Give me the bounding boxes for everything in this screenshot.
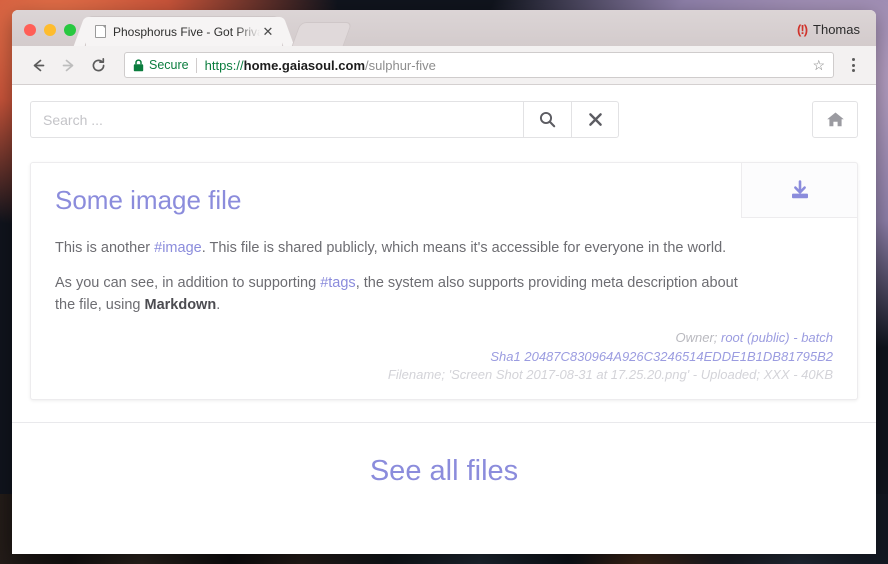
address-bar[interactable]: Secure https://home.gaiasoul.com/sulphur… bbox=[124, 52, 834, 78]
browser-window: Phosphorus Five - Got Privacy? ✕ (!) Tho… bbox=[12, 10, 876, 554]
paragraph-1-text-1: This is another bbox=[55, 240, 155, 257]
paragraph-1-text-2: . This file is shared publicly, which me… bbox=[201, 240, 727, 257]
desktop-background: Phosphorus Five - Got Privacy? ✕ (!) Tho… bbox=[0, 0, 888, 564]
see-all-files-link[interactable]: See all files bbox=[370, 455, 518, 488]
url-text: https://home.gaiasoul.com/sulphur-five bbox=[205, 58, 436, 73]
browser-profile[interactable]: (!) Thomas bbox=[797, 22, 876, 46]
kebab-dot bbox=[851, 58, 855, 61]
download-button[interactable] bbox=[741, 162, 858, 218]
metadata-sha1-label: Sha1 bbox=[490, 348, 525, 364]
forward-button[interactable] bbox=[54, 51, 82, 79]
metadata-filename-line: Filename; 'Screen Shot 2017-08-31 at 17.… bbox=[387, 367, 833, 383]
clear-search-button[interactable] bbox=[571, 101, 619, 138]
minimize-window-button[interactable] bbox=[44, 24, 56, 36]
reload-button[interactable] bbox=[84, 51, 112, 79]
new-tab-button[interactable] bbox=[291, 22, 353, 46]
tab-title: Phosphorus Five - Got Privacy? bbox=[113, 24, 260, 39]
metadata-owner-label: Owner; bbox=[675, 330, 721, 346]
address-bar-separator bbox=[195, 57, 197, 73]
paragraph-2-text-3: . bbox=[216, 296, 221, 313]
file-title: Some image file bbox=[55, 185, 242, 215]
tag-link-tags[interactable]: #tags bbox=[320, 275, 355, 291]
kebab-dot bbox=[851, 69, 855, 72]
markdown-emphasis: Markdown bbox=[144, 296, 217, 313]
secure-label: Secure bbox=[149, 58, 189, 72]
profile-name: Thomas bbox=[813, 22, 860, 37]
back-button[interactable] bbox=[24, 51, 52, 79]
bookmark-star-icon[interactable]: ☆ bbox=[804, 57, 825, 74]
url-scheme: https:// bbox=[204, 57, 244, 73]
metadata-owner-value[interactable]: root (public) - batch bbox=[721, 330, 833, 345]
maximize-window-button[interactable] bbox=[64, 24, 76, 36]
browser-toolbar: Secure https://home.gaiasoul.com/sulphur… bbox=[12, 46, 876, 85]
browser-tab-strip: Phosphorus Five - Got Privacy? ✕ (!) Tho… bbox=[12, 10, 876, 46]
home-button[interactable] bbox=[812, 101, 858, 138]
browser-menu-icon[interactable] bbox=[842, 52, 864, 78]
page-icon bbox=[95, 25, 106, 38]
metadata-owner-line: Owner; root (public) - batch bbox=[55, 329, 833, 347]
lock-icon bbox=[133, 58, 144, 72]
close-window-button[interactable] bbox=[24, 24, 36, 36]
browser-tab-active[interactable]: Phosphorus Five - Got Privacy? ✕ bbox=[86, 17, 282, 46]
url-path: /sulphur-five bbox=[365, 57, 436, 73]
file-card: Some image file This is another #image. … bbox=[30, 162, 858, 400]
file-description-paragraph-1: This is another #image. This file is sha… bbox=[55, 238, 755, 260]
close-icon[interactable]: ✕ bbox=[260, 24, 276, 40]
url-host: home.gaiasoul.com bbox=[243, 57, 366, 73]
metadata-sha1-line: Sha1 20487C830964A926C3246514EDDE1B1DB81… bbox=[55, 348, 833, 366]
file-metadata: Owner; root (public) - batch Sha1 20487C… bbox=[55, 329, 833, 384]
page-viewport: Some image file This is another #image. … bbox=[12, 85, 876, 554]
paragraph-2-text-1: As you can see, in addition to supportin… bbox=[55, 274, 321, 291]
search-toolbar bbox=[12, 85, 876, 138]
metadata-sha1-value: 20487C830964A926C3246514EDDE1B1DB81795B2 bbox=[524, 348, 833, 364]
sync-error-icon: (!) bbox=[797, 22, 808, 37]
search-input[interactable] bbox=[30, 101, 523, 138]
search-group bbox=[30, 101, 619, 138]
search-button[interactable] bbox=[523, 101, 571, 138]
file-description-paragraph-2: As you can see, in addition to supportin… bbox=[55, 273, 755, 317]
kebab-dot bbox=[851, 63, 855, 67]
see-all-files-section: See all files bbox=[12, 423, 876, 488]
tag-link-image[interactable]: #image bbox=[154, 240, 202, 256]
